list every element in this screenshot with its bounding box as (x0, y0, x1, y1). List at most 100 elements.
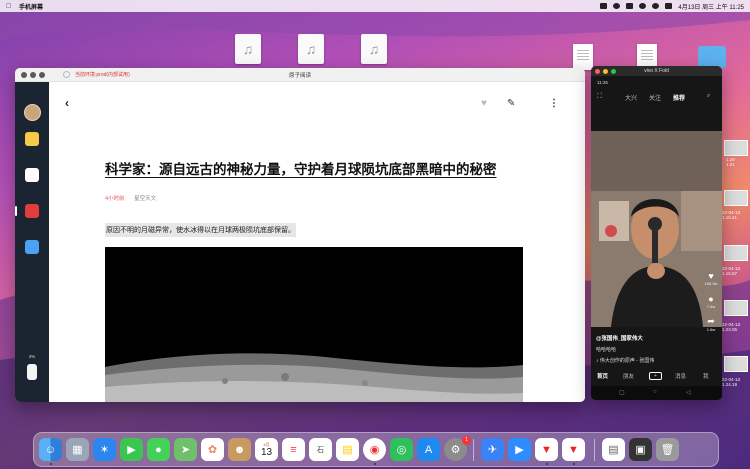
launchpad-icon[interactable]: ▦ (66, 438, 89, 461)
sidebar-item-weather[interactable] (25, 240, 39, 254)
sidebar-storage-label: 4% (28, 354, 36, 359)
pages-icon[interactable]: 石 (309, 438, 332, 461)
article-meta: 4小时前 星空天文 (105, 194, 156, 202)
thumb-label: 22-04-13 1.15.41 (722, 210, 741, 220)
like-count: 165.9w (704, 281, 718, 286)
phone-mirror-window: vivo X Fold 11:25 ⛶ 大兴 关注 推荐 ⌕ ♥ 165.9w … (591, 66, 722, 400)
video-author[interactable]: @张国伟_国家伟大 (596, 334, 643, 342)
more-icon[interactable]: ⋮ (549, 98, 559, 109)
calendar-icon[interactable]: 4月 13 (255, 438, 278, 461)
sidebar-item-notes[interactable] (25, 132, 39, 146)
screenshot-thumb[interactable] (724, 140, 748, 156)
article-view: ‹ ♥ ✎ ⋮ 科学家：源自远古的神秘力量，守护着月球陨坑底部黑暗中的秘密 4小… (49, 82, 585, 402)
article-time: 4小时前 (105, 196, 125, 202)
thumb-label: 1.29 1.01 (726, 157, 735, 167)
zoom-icon[interactable]: ▶ (508, 438, 531, 461)
edit-icon[interactable]: ✎ (507, 98, 515, 109)
running-indicator (546, 463, 548, 465)
scan-icon[interactable]: ⛶ (597, 93, 602, 101)
notes-icon[interactable]: ▤ (336, 438, 359, 461)
dock-separator (473, 439, 474, 461)
screenshot-thumb[interactable] (724, 356, 748, 372)
chrome-icon[interactable]: ◉ (363, 438, 386, 461)
back-icon[interactable]: ◁ (686, 389, 691, 396)
vivo-mirror-icon[interactable]: ▼ (535, 438, 558, 461)
phone-bottom-nav: 首页 朋友 + 消息 我 (591, 370, 722, 382)
screenshot-thumb[interactable] (724, 245, 748, 261)
dock-separator (594, 439, 595, 461)
article-source[interactable]: 星空天文 (134, 196, 156, 202)
feishu-icon[interactable]: ✈ (481, 438, 504, 461)
nav-create[interactable]: + (649, 372, 662, 380)
recents-icon[interactable]: ▢ (619, 389, 625, 396)
sidebar: 4% (15, 82, 49, 402)
reminders-icon[interactable]: ≡ (282, 438, 305, 461)
photos-icon[interactable]: ✿ (201, 438, 224, 461)
menu-app-name[interactable]: 手机屏幕 (19, 2, 43, 11)
sidebar-item-calendar[interactable] (25, 168, 39, 182)
music-file-icon[interactable]: ♫ (235, 34, 261, 64)
status-icon[interactable] (613, 3, 621, 9)
safari-icon[interactable]: ✶ (93, 438, 116, 461)
screenshot-thumb[interactable] (724, 190, 748, 206)
video-player[interactable] (591, 131, 722, 327)
video-caption: 哈哈哈哈 (596, 347, 617, 353)
nav-me[interactable]: 我 (703, 372, 709, 380)
battery-icon[interactable] (626, 3, 634, 9)
music-file-icon[interactable]: ♫ (298, 34, 324, 64)
thumb-label: 22-04-13 1.24.19 (722, 377, 741, 387)
tab-follow[interactable]: 关注 (649, 93, 661, 102)
tab-daxing[interactable]: 大兴 (625, 93, 637, 102)
nav-messages[interactable]: 消息 (675, 372, 686, 380)
running-indicator (50, 463, 52, 465)
wechat-icon[interactable]: ◎ (390, 438, 413, 461)
window-titlebar[interactable]: 当前环境:prod(内部试用) 原子阅读 (15, 68, 585, 82)
search-icon[interactable]: ⌕ (707, 93, 710, 100)
like-button[interactable]: ♥ 165.9w (704, 271, 718, 286)
tab-recommend[interactable]: 推荐 (673, 93, 685, 102)
screen-mirror-icon[interactable] (600, 3, 608, 9)
control-center-icon[interactable] (665, 3, 673, 9)
home-icon[interactable]: ○ (653, 389, 657, 395)
apple-menu-icon[interactable]:  (6, 3, 13, 10)
sidebar-item-bottle[interactable] (27, 364, 37, 380)
running-indicator (573, 463, 575, 465)
search-icon[interactable] (652, 3, 660, 9)
finder-icon[interactable]: ☺ (39, 438, 62, 461)
running-indicator (374, 463, 376, 465)
facetime-icon[interactable]: ▶ (120, 438, 143, 461)
folder-icon[interactable] (698, 46, 726, 68)
nav-friends[interactable]: 朋友 (623, 372, 634, 380)
messages-icon[interactable]: ● (147, 438, 170, 461)
back-button[interactable]: ‹ (65, 96, 69, 110)
menu-clock[interactable]: 4月13日 周三 上午 11:25 (678, 2, 744, 11)
video-music[interactable]: ♪ 伟大创作的原声 - 张国伟 (596, 357, 654, 364)
document-icon[interactable]: ▤ (602, 438, 625, 461)
screenshot-thumb[interactable] (724, 300, 748, 316)
sidebar-selection-indicator (15, 206, 17, 216)
update-badge: 1 (462, 436, 471, 445)
dock: ☺ ▦ ✶ ▶ ● ➤ ✿ ☻ 4月 13 ≡ 石 ▤ ◉ ◎ A ⚙ 1 ✈ … (33, 432, 719, 467)
screenshot-icon[interactable]: ▣ (629, 438, 652, 461)
trash-icon[interactable]: 🗑 (656, 438, 679, 461)
maps-icon[interactable]: ➤ (174, 438, 197, 461)
nav-home[interactable]: 首页 (597, 372, 608, 380)
phone-window-titlebar[interactable]: vivo X Fold (591, 66, 722, 76)
phone-system-nav: ▢ ○ ◁ (591, 386, 722, 400)
avatar[interactable] (24, 104, 41, 121)
vivo-share-icon[interactable]: ▼ (562, 438, 585, 461)
contacts-icon[interactable]: ☻ (228, 438, 251, 461)
phone-window-title: vivo X Fold (644, 68, 669, 74)
share-button[interactable]: ➦ 1.6w (704, 316, 718, 332)
music-file-icon[interactable]: ♫ (361, 34, 387, 64)
share-count: 1.6w (706, 327, 716, 332)
wifi-icon[interactable] (639, 3, 647, 9)
calendar-day: 13 (260, 446, 273, 458)
sidebar-item-reader[interactable] (25, 204, 39, 218)
document-file-icon[interactable] (573, 44, 593, 70)
app-store-icon[interactable]: A (417, 438, 440, 461)
heart-icon[interactable]: ♥ (481, 98, 487, 109)
phone-status-time: 11:25 (597, 80, 608, 85)
article-image (105, 247, 523, 402)
comment-button[interactable]: ● 7.6w (704, 294, 718, 309)
